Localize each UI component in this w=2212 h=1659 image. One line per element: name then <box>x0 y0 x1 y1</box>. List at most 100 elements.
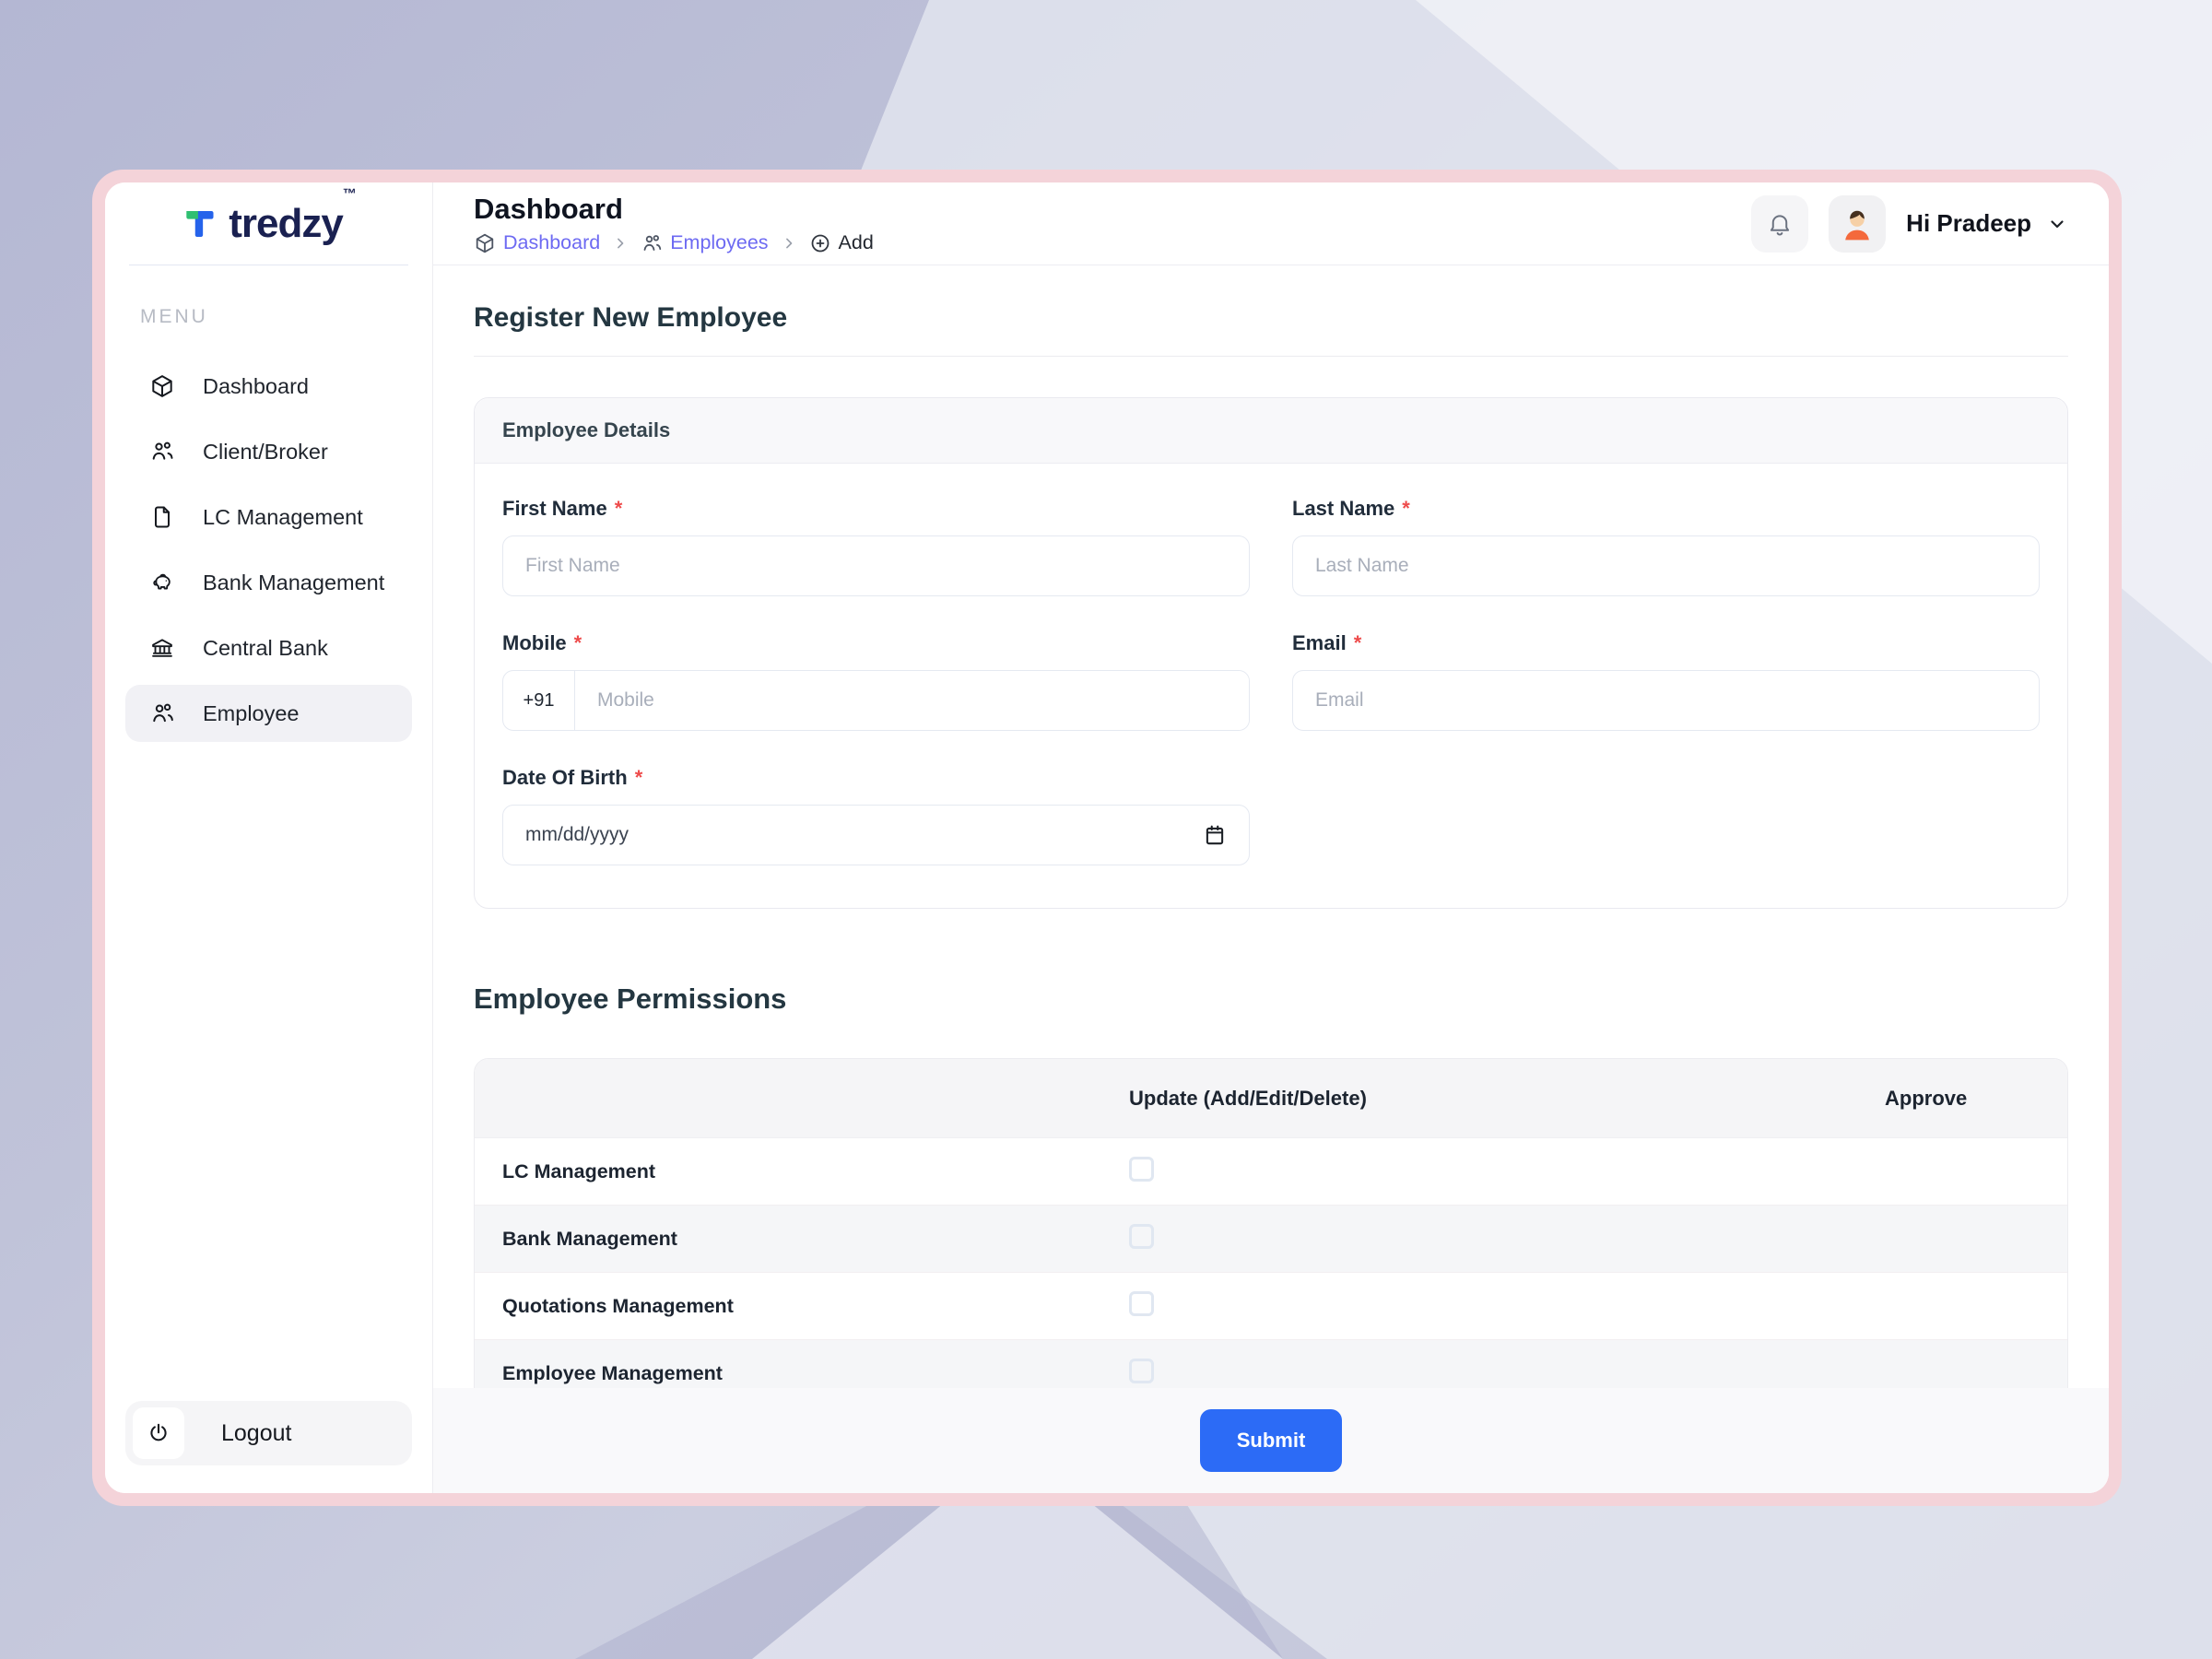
last-name-label: Last Name * <box>1292 497 1410 520</box>
employee-details-card: Employee Details First Name * Last Name <box>474 397 2068 909</box>
main-area: Dashboard Dashboard Employees Add Hi Pra… <box>433 182 2109 1493</box>
breadcrumb-add[interactable]: Add <box>809 231 874 254</box>
required-asterisk: * <box>1402 497 1410 520</box>
dob-label: Date Of Birth * <box>502 766 643 789</box>
employee-details-form: First Name * Last Name * <box>475 464 2067 908</box>
permissions-table: Update (Add/Edit/Delete) Approve LC Mana… <box>474 1058 2068 1388</box>
sidebar-item-label: LC Management <box>203 504 363 529</box>
permission-row-label: Quotations Management <box>502 1294 734 1317</box>
permission-row-quotations-management: Quotations Management <box>475 1273 2067 1340</box>
chevron-right-icon <box>780 234 798 253</box>
power-icon <box>147 1421 171 1445</box>
first-name-label: First Name * <box>502 497 623 520</box>
sidebar-menu: Dashboard Client/Broker LC Management Ba… <box>105 358 432 742</box>
update-checkbox[interactable] <box>1129 1157 1154 1182</box>
permissions-title: Employee Permissions <box>474 982 787 1015</box>
last-name-input[interactable] <box>1292 535 2040 596</box>
user-greeting: Hi Pradeep <box>1906 209 2031 237</box>
permission-row-label: Employee Management <box>502 1361 723 1384</box>
app-window: tredzy™ MENU Dashboard Client/Broker LC … <box>92 170 2122 1506</box>
chevron-right-icon <box>611 234 629 253</box>
users-icon <box>149 700 175 726</box>
update-checkbox[interactable] <box>1129 1359 1154 1383</box>
sidebar-item-employee[interactable]: Employee <box>125 685 412 742</box>
permissions-header-row: Update (Add/Edit/Delete) Approve <box>475 1059 2067 1138</box>
last-name-field-group: Last Name * <box>1292 497 2040 596</box>
email-label: Email * <box>1292 631 1362 654</box>
required-asterisk: * <box>614 497 623 520</box>
logout-button[interactable]: Logout <box>125 1401 412 1465</box>
main-header: Dashboard Dashboard Employees Add Hi Pra… <box>433 182 2109 265</box>
users-icon <box>641 232 663 254</box>
required-asterisk: * <box>573 631 582 654</box>
piggy-bank-icon <box>149 570 175 595</box>
update-column-header: Update (Add/Edit/Delete) <box>1129 1086 1367 1110</box>
plus-circle-icon <box>809 232 831 254</box>
breadcrumb-dashboard[interactable]: Dashboard <box>474 231 600 254</box>
mobile-label: Mobile * <box>502 631 582 654</box>
brand-name: tredzy <box>229 200 344 246</box>
user-menu[interactable]: Hi Pradeep <box>1906 209 2068 238</box>
cube-icon <box>474 232 496 254</box>
mobile-input-group: +91 <box>502 670 1250 731</box>
email-input[interactable] <box>1292 670 2040 731</box>
bank-icon <box>149 635 175 661</box>
update-checkbox[interactable] <box>1129 1224 1154 1249</box>
sidebar-item-label: Employee <box>203 700 300 725</box>
sidebar-item-label: Client/Broker <box>203 439 328 464</box>
update-checkbox[interactable] <box>1129 1291 1154 1316</box>
sidebar-item-dashboard[interactable]: Dashboard <box>125 358 412 415</box>
document-icon <box>149 504 175 530</box>
brand-trademark: ™ <box>342 185 357 202</box>
first-name-input[interactable] <box>502 535 1250 596</box>
breadcrumb-label: Employees <box>670 231 769 253</box>
mobile-field-group: Mobile * +91 <box>502 631 1250 731</box>
permission-row-label: LC Management <box>502 1159 656 1182</box>
header-actions: Hi Pradeep <box>1751 194 2068 253</box>
page-header-title: Dashboard <box>474 193 623 225</box>
sidebar-item-label: Central Bank <box>203 635 328 660</box>
breadcrumb-employees[interactable]: Employees <box>641 231 769 254</box>
breadcrumb-label: Dashboard <box>503 231 601 253</box>
app-window-inner: tredzy™ MENU Dashboard Client/Broker LC … <box>105 182 2109 1493</box>
sidebar-item-bank-management[interactable]: Bank Management <box>125 554 412 611</box>
approve-column-header: Approve <box>1885 1086 1968 1110</box>
employee-details-card-title: Employee Details <box>475 398 2067 464</box>
permission-row-label: Bank Management <box>502 1227 677 1250</box>
dob-input[interactable]: mm/dd/yyyy <box>502 805 1250 865</box>
sidebar-item-client-broker[interactable]: Client/Broker <box>125 423 412 480</box>
breadcrumb-label: Add <box>838 231 874 253</box>
required-asterisk: * <box>1353 631 1362 654</box>
avatar[interactable] <box>1829 194 1887 253</box>
brand-logo[interactable]: tredzy™ <box>105 182 432 265</box>
dob-placeholder: mm/dd/yyyy <box>525 824 629 845</box>
page-title: Register New Employee <box>474 302 788 333</box>
person-avatar-icon <box>1845 210 1870 240</box>
country-code-prefix: +91 <box>503 671 575 730</box>
breadcrumb: Dashboard Employees Add <box>474 231 874 254</box>
first-name-field-group: First Name * <box>502 497 1250 596</box>
permission-row-bank-management: Bank Management <box>475 1206 2067 1273</box>
required-asterisk: * <box>634 766 643 789</box>
menu-section-label: MENU <box>140 306 208 327</box>
logout-label: Logout <box>221 1419 292 1446</box>
sidebar-item-lc-management[interactable]: LC Management <box>125 488 412 546</box>
logout-icon-box <box>133 1407 184 1459</box>
calendar-icon[interactable] <box>1203 823 1227 847</box>
sidebar: tredzy™ MENU Dashboard Client/Broker LC … <box>105 182 433 1493</box>
email-field-group: Email * <box>1292 631 2040 731</box>
sidebar-item-central-bank[interactable]: Central Bank <box>125 619 412 677</box>
notifications-button[interactable] <box>1751 194 1809 253</box>
dob-field-group: Date Of Birth * mm/dd/yyyy <box>502 766 1250 865</box>
mobile-input[interactable] <box>575 671 1249 730</box>
form-footer: Submit <box>433 1388 2109 1493</box>
sidebar-item-label: Dashboard <box>203 373 309 398</box>
chevron-down-icon <box>2046 213 2068 235</box>
tredzy-t-logo-icon <box>181 205 219 243</box>
people-icon <box>149 439 175 465</box>
sidebar-item-label: Bank Management <box>203 570 385 594</box>
content-area: Register New Employee Employee Details F… <box>433 265 2109 1388</box>
permission-row-employee-management: Employee Management <box>475 1340 2067 1388</box>
submit-button[interactable]: Submit <box>1200 1409 1342 1472</box>
